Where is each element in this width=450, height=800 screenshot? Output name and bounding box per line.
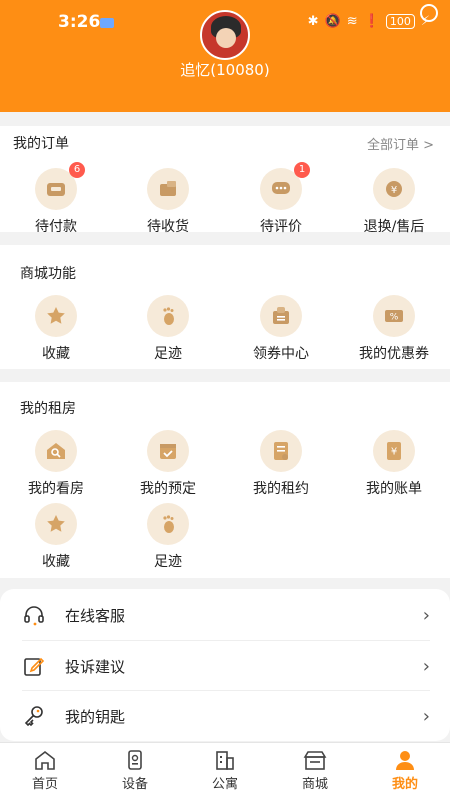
apartment-icon: [216, 751, 234, 770]
refund-icon: ¥: [373, 168, 415, 210]
rental-leases[interactable]: 我的租约: [225, 430, 337, 498]
mall-card: 商城功能 收藏 足迹 领券中心 % 我的优惠券: [0, 245, 450, 369]
mall-favorites[interactable]: 收藏: [0, 295, 112, 363]
tab-home[interactable]: 首页: [0, 749, 90, 792]
key-icon: [22, 704, 46, 732]
tab-mine[interactable]: 我的: [360, 749, 450, 792]
rental-label: 足迹: [154, 554, 182, 570]
rental-label: 我的账单: [366, 481, 422, 497]
rental-label: 我的看房: [28, 481, 84, 497]
svg-text:¥: ¥: [391, 185, 397, 196]
user-icon: [396, 751, 414, 770]
calendar-icon: [147, 430, 189, 472]
tab-label: 我的: [391, 777, 418, 792]
profile-header: 3:26 ✱ 🔕 ≋ ❗ 100 ⚡ 追忆(10080): [0, 0, 450, 112]
svg-text:¥: ¥: [391, 447, 397, 458]
tab-label: 公寓: [211, 777, 238, 792]
badge-count: 1: [294, 162, 310, 178]
all-orders-link[interactable]: 全部订单 >: [367, 134, 434, 153]
headset-icon: [22, 603, 46, 631]
user-name: 追忆(10080): [180, 61, 270, 79]
badge-count: 6: [69, 162, 85, 178]
edit-icon: [22, 654, 46, 682]
chevron-right-icon: ›: [422, 656, 430, 677]
chevron-right-icon: ›: [422, 605, 430, 626]
house-search-icon: [35, 430, 77, 472]
rental-footprints[interactable]: 足迹: [112, 503, 224, 571]
delivery-icon: [147, 168, 189, 210]
mall-my-coupons[interactable]: % 我的优惠券: [338, 295, 450, 363]
rental-reservations[interactable]: 我的预定: [112, 430, 224, 498]
avatar[interactable]: [200, 10, 250, 60]
order-label: 待评价: [260, 219, 302, 235]
coupon-icon: %: [373, 295, 415, 337]
orders-title: 我的订单: [13, 136, 69, 152]
menu-label: 我的钥匙: [65, 708, 126, 726]
battery-icon: 100: [385, 14, 415, 29]
mall-label: 足迹: [154, 346, 182, 362]
menu-label: 在线客服: [65, 607, 126, 625]
mall-label: 领券中心: [253, 346, 309, 362]
usb-icon: [100, 18, 114, 28]
home-icon: [35, 750, 55, 770]
tab-apartment[interactable]: 公寓: [180, 749, 270, 792]
order-label: 退换/售后: [363, 219, 425, 235]
chevron-right-icon: ›: [422, 706, 430, 727]
bill-icon: ¥: [373, 430, 415, 472]
star-icon: [35, 295, 77, 337]
contract-icon: [260, 430, 302, 472]
rental-title: 我的租房: [20, 401, 76, 417]
order-label: 待付款: [35, 219, 77, 235]
menu-customer-service[interactable]: 在线客服 ›: [22, 590, 430, 640]
tab-shop[interactable]: 商城: [270, 749, 360, 792]
menu-feedback[interactable]: 投诉建议 ›: [22, 640, 430, 690]
order-label: 待收货: [147, 219, 189, 235]
status-icons: ✱ 🔕 ≋ ❗ 100 ⚡: [308, 14, 430, 29]
orders-card: 我的订单 全部订单 > 6 待付款 待收货 1 待评价 ¥ 退换/售后: [0, 126, 450, 235]
mall-label: 收藏: [42, 346, 70, 362]
settings-icon[interactable]: [420, 4, 438, 22]
tab-label: 设备: [121, 777, 148, 792]
rental-bills[interactable]: ¥ 我的账单: [338, 430, 450, 498]
mall-label: 我的优惠券: [359, 346, 429, 362]
footprint-icon: [147, 295, 189, 337]
mall-title: 商城功能: [20, 266, 76, 282]
order-pending-review[interactable]: 1 待评价: [225, 162, 337, 236]
bottom-tab-bar: 首页 设备 公寓 商城 我的: [0, 742, 450, 800]
order-pending-receipt[interactable]: 待收货: [112, 168, 224, 236]
bluetooth-icon: ✱: [307, 14, 319, 29]
alert-icon: ❗: [363, 14, 380, 29]
mute-icon: 🔕: [324, 14, 341, 29]
rental-label: 我的预定: [140, 481, 196, 497]
mall-footprints[interactable]: 足迹: [112, 295, 224, 363]
status-time: 3:26: [58, 12, 101, 32]
tab-label: 首页: [31, 777, 58, 792]
device-icon: [128, 750, 142, 770]
order-refund[interactable]: ¥ 退换/售后: [338, 168, 450, 236]
rental-favorites[interactable]: 收藏: [0, 503, 112, 571]
menu-my-keys[interactable]: 我的钥匙 ›: [22, 690, 430, 740]
rental-viewings[interactable]: 我的看房: [0, 430, 112, 498]
rental-label: 收藏: [42, 554, 70, 570]
rental-card: 我的租房 我的看房 我的预定 我的租约 ¥ 我的账单 收藏 足迹: [0, 382, 450, 578]
settings-menu: 在线客服 › 投诉建议 › 我的钥匙 ›: [0, 589, 450, 741]
footprint-icon: [147, 503, 189, 545]
tab-label: 商城: [301, 777, 328, 792]
svg-text:%: %: [390, 313, 399, 323]
tab-device[interactable]: 设备: [90, 749, 180, 792]
wifi-icon: ≋: [346, 14, 358, 29]
star-icon: [35, 503, 77, 545]
order-pending-payment[interactable]: 6 待付款: [0, 162, 112, 236]
shop-icon: [303, 751, 327, 770]
coupon-center-icon: [260, 295, 302, 337]
wallet-icon: 6: [35, 162, 85, 210]
mall-coupon-center[interactable]: 领券中心: [225, 295, 337, 363]
menu-label: 投诉建议: [65, 658, 126, 676]
rental-label: 我的租约: [253, 481, 309, 497]
comment-icon: 1: [260, 162, 310, 210]
